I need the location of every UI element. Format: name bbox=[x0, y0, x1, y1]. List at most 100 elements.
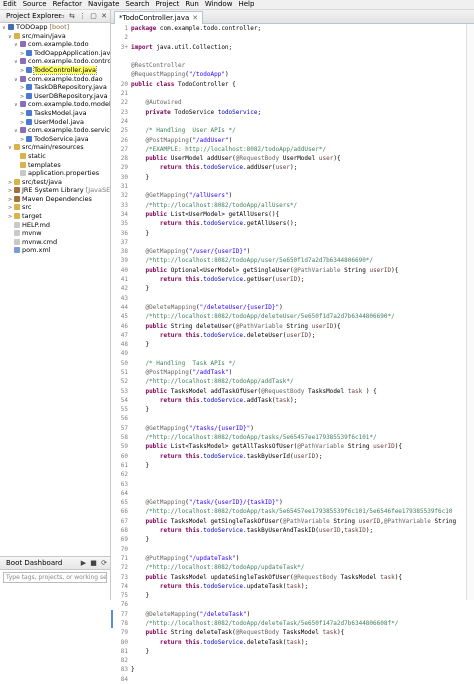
code-line[interactable]: 66 /*http://localhost:8082/todoApp/task/… bbox=[111, 507, 474, 516]
code-line[interactable]: 52 /*http://localhost:8082/todoApp/addTa… bbox=[111, 377, 474, 386]
code-line[interactable]: 78 /*http://localhost:8082/todoApp/delet… bbox=[111, 619, 474, 629]
tree-item[interactable]: > TodoService.java bbox=[0, 135, 110, 144]
code-line[interactable]: 61 } bbox=[111, 461, 474, 470]
code-line[interactable]: 33 /*http://localhost:8082/todoApp/allUs… bbox=[111, 201, 474, 210]
code-line[interactable]: 31 bbox=[111, 182, 474, 191]
tree-item[interactable]: >JRE System Library [JavaSE-1.8] bbox=[0, 186, 110, 195]
tree-item[interactable]: mvnw.cmd bbox=[0, 238, 110, 247]
view-toolbar-icons[interactable]: ▭ ⇆ ⋮ ▢ ✕ bbox=[58, 10, 108, 22]
code-line[interactable]: 77 @DeleteMapping("/deleteTask") bbox=[111, 609, 474, 619]
menu-item-search[interactable]: Search bbox=[122, 0, 152, 8]
code-line[interactable]: 30 } bbox=[111, 173, 474, 182]
code-line[interactable]: 58 /*http://localhost:8082/todoApp/tasks… bbox=[111, 433, 474, 442]
code-line[interactable]: 72 /*http://localhost:8082/todoApp/updat… bbox=[111, 563, 474, 572]
code-line[interactable]: 81 } bbox=[111, 647, 474, 656]
menu-item-help[interactable]: Help bbox=[235, 0, 257, 8]
code-line[interactable]: 57 @GetMapping("/tasks/{userID}") bbox=[111, 424, 474, 433]
code-line[interactable]: 65 @GetMapping("/task/{userID}/{taskID}"… bbox=[111, 498, 474, 507]
code-line[interactable]: 48 } bbox=[111, 340, 474, 349]
code-line[interactable]: 70 bbox=[111, 545, 474, 554]
code-line[interactable]: 44 @DeleteMapping("/deleteUser/{userID}"… bbox=[111, 303, 474, 312]
tree-item[interactable]: ∨ com.example.todo.dao bbox=[0, 75, 110, 84]
tree-item[interactable]: > TasksModel.java bbox=[0, 109, 110, 118]
menu-item-run[interactable]: Run bbox=[182, 0, 201, 8]
code-line[interactable]: 53 public TasksModel addTaskOfUser(@Requ… bbox=[111, 387, 474, 396]
code-line[interactable]: 39 /*http://localhost:8082/todoApp/user/… bbox=[111, 256, 474, 265]
code-line[interactable]: 56 bbox=[111, 414, 474, 423]
tree-item[interactable]: ∨ src/main/java bbox=[0, 32, 110, 41]
code-line[interactable]: 34 public List<UserModel> getAllUsers(){ bbox=[111, 210, 474, 219]
code-line[interactable]: 22 @Autowired bbox=[111, 98, 474, 107]
editor-tab[interactable]: *TodoController.java ✕ bbox=[114, 11, 204, 24]
menu-item-navigate[interactable]: Navigate bbox=[85, 0, 122, 8]
boot-toolbar-icons[interactable]: ▶ ■ ⟳ bbox=[81, 557, 108, 569]
code-line[interactable]: 41 return this.todoService.getUser(userI… bbox=[111, 275, 474, 284]
tree-item[interactable]: > TaskDBRepository.java bbox=[0, 83, 110, 92]
tree-item[interactable]: ∨ src/main/resources bbox=[0, 143, 110, 152]
code-line[interactable]: 29 return this.todoService.addUser(user)… bbox=[111, 163, 474, 172]
code-line[interactable]: 2 bbox=[111, 33, 474, 42]
code-line[interactable]: 51 @PostMapping("/addTask") bbox=[111, 368, 474, 377]
menu-item-project[interactable]: Project bbox=[152, 0, 182, 8]
code-line[interactable]: 25 /* Handling User APIs */ bbox=[111, 126, 474, 135]
code-line[interactable]: 36 } bbox=[111, 229, 474, 238]
code-line[interactable]: 37 bbox=[111, 238, 474, 247]
tree-item[interactable]: application.properties bbox=[0, 169, 110, 178]
code-line[interactable]: 3+ import java.util.Collection; bbox=[111, 43, 474, 52]
tree-item[interactable]: mvnw bbox=[0, 229, 110, 238]
code-line[interactable]: 42 } bbox=[111, 284, 474, 293]
code-line[interactable]: 28 public UserModel addUser(@RequestBody… bbox=[111, 154, 474, 163]
code-line[interactable]: 69 } bbox=[111, 535, 474, 544]
code-line[interactable]: 80 return this.todoService.deleteTask(ta… bbox=[111, 638, 474, 647]
code-line[interactable]: 84 bbox=[111, 675, 474, 684]
code-line[interactable]: 32 @GetMapping("/allUsers") bbox=[111, 191, 474, 200]
code-area[interactable]: 1 package com.example.todo.controller; 2 3+… bbox=[111, 24, 474, 684]
tree-item[interactable]: > TodoController.java bbox=[0, 65, 110, 75]
code-line[interactable]: 49 bbox=[111, 349, 474, 358]
code-line[interactable]: 62 bbox=[111, 470, 474, 479]
code-line[interactable]: 46 public String deleteUser(@PathVariabl… bbox=[111, 322, 474, 331]
tree-item[interactable]: ∨ com.example.todo.model bbox=[0, 100, 110, 109]
code-line[interactable]: 76 bbox=[111, 600, 474, 609]
code-line[interactable]: 68 return this.todoService.taskByUserAnd… bbox=[111, 526, 474, 535]
code-line[interactable]: 59 public List<TasksModel> getAllTasksOf… bbox=[111, 442, 474, 451]
tree-item[interactable]: > target bbox=[0, 212, 110, 221]
code-line[interactable]: 27 /*EXAMPLE: http://localhost:8082/todo… bbox=[111, 145, 474, 154]
code-line[interactable]: 82 bbox=[111, 656, 474, 665]
tree-item[interactable]: ∨ com.example.todo.service bbox=[0, 126, 110, 135]
menu-item-window[interactable]: Window bbox=[202, 0, 236, 8]
code-line[interactable] bbox=[111, 52, 474, 61]
menu-item-source[interactable]: Source bbox=[20, 0, 50, 8]
code-line[interactable]: 54 return this.todoService.addTask(task)… bbox=[111, 396, 474, 405]
code-line[interactable]: 67 public TasksModel getSingleTaskOfUser… bbox=[111, 517, 474, 526]
code-line[interactable]: 23 private TodoService todoService; bbox=[111, 108, 474, 117]
code-line[interactable]: 79 public String deleteTask(@RequestBody… bbox=[111, 628, 474, 637]
boot-dashboard-search-input[interactable]: Type tags, projects, or working set name… bbox=[3, 572, 107, 583]
tree-item[interactable]: > src bbox=[0, 203, 110, 212]
code-editor[interactable]: *TodoController.java ✕ 1 package com.examp… bbox=[111, 10, 474, 683]
code-line[interactable]: @RestController bbox=[111, 61, 474, 70]
code-line[interactable]: 35 return this.todoService.getAllUsers()… bbox=[111, 219, 474, 228]
code-line[interactable]: 24 bbox=[111, 117, 474, 126]
tree-item[interactable]: static bbox=[0, 152, 110, 161]
code-line[interactable]: 74 return this.todoService.updateTask(ta… bbox=[111, 582, 474, 591]
tree-item[interactable]: ∨com.example.todo.controller bbox=[0, 57, 110, 66]
code-line[interactable]: @RequestMapping("/todoApp") bbox=[111, 70, 474, 79]
tree-item[interactable]: > src/test/java bbox=[0, 178, 110, 187]
code-line[interactable]: 63 bbox=[111, 480, 474, 489]
code-line[interactable]: 75 } bbox=[111, 591, 474, 600]
code-line[interactable]: 1 package com.example.todo.controller; bbox=[111, 24, 474, 33]
tree-item[interactable]: > UserModel.java bbox=[0, 118, 110, 127]
code-line[interactable]: 47 return this.todoService.deleteUser(us… bbox=[111, 331, 474, 340]
tree-item[interactable]: > Maven Dependencies bbox=[0, 195, 110, 204]
close-icon[interactable]: ✕ bbox=[192, 14, 198, 22]
tree-item[interactable]: ∨ com.example.todo bbox=[0, 40, 110, 49]
tree-item[interactable]: pom.xml bbox=[0, 246, 110, 255]
code-line[interactable]: 50 /* Handling Task APIs */ bbox=[111, 359, 474, 368]
tree-item[interactable]: ∨ TODOapp [boot] bbox=[0, 23, 110, 32]
code-line[interactable]: 60 return this.todoService.taskByUserId(… bbox=[111, 452, 474, 461]
code-line[interactable]: 21 bbox=[111, 89, 474, 98]
tree-item[interactable]: > UserDBRepository.java bbox=[0, 92, 110, 101]
menu-item-refactor[interactable]: Refactor bbox=[50, 0, 85, 8]
code-line[interactable]: 38 @GetMapping("/user/{userID}") bbox=[111, 247, 474, 256]
